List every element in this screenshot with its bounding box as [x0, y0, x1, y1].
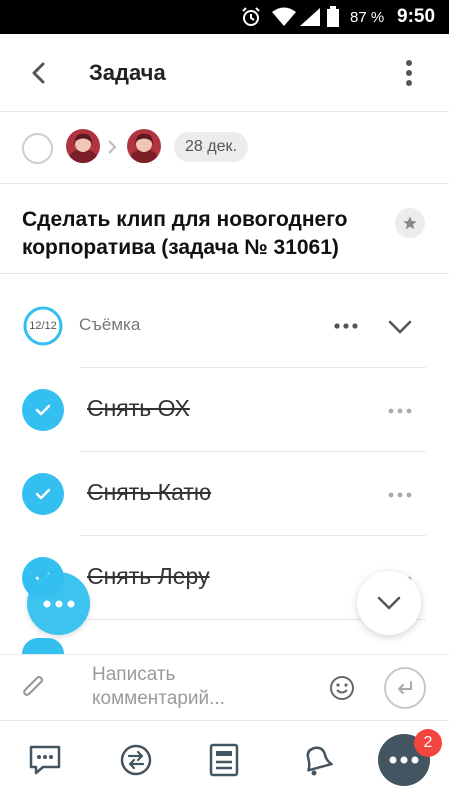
scroll-down-button[interactable]: [357, 571, 421, 635]
checklist-item: Снять ОХ: [0, 368, 449, 452]
clock: 9:50: [397, 6, 436, 27]
more-horizontal-icon: [388, 408, 412, 414]
tasks-cycle-icon: [120, 744, 152, 776]
chevron-down-icon: [377, 596, 401, 610]
comment-composer: [0, 654, 449, 720]
bottom-navigation: [0, 720, 449, 800]
overflow-menu-button[interactable]: [396, 57, 422, 89]
more-horizontal-icon: [388, 492, 412, 498]
nav-notifications[interactable]: [296, 740, 336, 780]
author-avatar[interactable]: [66, 129, 100, 163]
task-title: Сделать клип для новогоднего корпоратива…: [22, 208, 348, 259]
more-horizontal-icon: [43, 600, 74, 607]
chevron-right-icon: [106, 138, 118, 161]
task-meta-row: 28 дек.: [0, 112, 449, 184]
battery-percent: 87 %: [350, 8, 385, 26]
due-date-chip[interactable]: 28 дек.: [174, 132, 248, 162]
checklist-name: Съёмка: [79, 315, 141, 334]
star-icon: [403, 216, 417, 230]
item-label[interactable]: Снять Леру: [87, 563, 210, 590]
back-button[interactable]: [24, 58, 54, 88]
more-horizontal-icon: [389, 756, 419, 764]
item-label[interactable]: Снять ОХ: [87, 395, 190, 422]
next-item-checkbox[interactable]: [22, 638, 64, 654]
checkmark-icon: [35, 404, 51, 416]
item-checkbox[interactable]: [22, 389, 64, 431]
checkmark-icon: [35, 488, 51, 500]
nav-documents[interactable]: [204, 740, 244, 780]
item-label[interactable]: Снять Катю: [87, 479, 211, 506]
checklist-header: 12/12 Съёмка: [0, 288, 449, 368]
bell-icon: [306, 746, 333, 776]
paperclip-icon: [23, 675, 44, 696]
battery-icon: [326, 0, 340, 34]
nav-tasks[interactable]: [116, 740, 156, 780]
assignee-avatar[interactable]: [127, 129, 161, 163]
emoji-button[interactable]: [328, 674, 356, 702]
back-arrow-icon: [32, 62, 45, 84]
checklist-progress-label: 12/12: [29, 320, 57, 332]
attach-button[interactable]: [18, 672, 50, 704]
alarm-icon: [240, 0, 262, 34]
checklist-item: Снять Катю: [0, 452, 449, 536]
signal-icon: [299, 0, 321, 34]
item-checkbox[interactable]: [22, 473, 64, 515]
item-more-button[interactable]: [386, 488, 414, 502]
send-button[interactable]: [384, 667, 426, 709]
app-header: Задача: [0, 34, 449, 112]
item-more-button[interactable]: [386, 404, 414, 418]
chevron-down-icon: [388, 320, 412, 334]
comment-input[interactable]: [92, 663, 312, 715]
more-vertical-icon: [406, 60, 412, 86]
task-title-section: Сделать клип для новогоднего корпоратива…: [0, 184, 449, 274]
page-title: Задача: [89, 60, 166, 85]
complete-task-toggle[interactable]: [22, 133, 53, 164]
wifi-icon: [272, 0, 296, 34]
notification-badge: 2: [414, 729, 442, 757]
chat-bubble-icon: [29, 745, 61, 775]
favorite-button[interactable]: [395, 208, 425, 238]
enter-arrow-icon: [398, 681, 412, 694]
status-bar: 87 % 9:50: [0, 0, 449, 34]
smiley-icon: [330, 676, 354, 700]
more-horizontal-icon: [334, 323, 358, 329]
checklist-more-button[interactable]: [332, 316, 360, 336]
checklist-collapse-button[interactable]: [386, 316, 414, 338]
nav-chat[interactable]: [25, 740, 65, 780]
quick-actions-button[interactable]: [27, 572, 90, 635]
document-icon: [209, 743, 239, 777]
